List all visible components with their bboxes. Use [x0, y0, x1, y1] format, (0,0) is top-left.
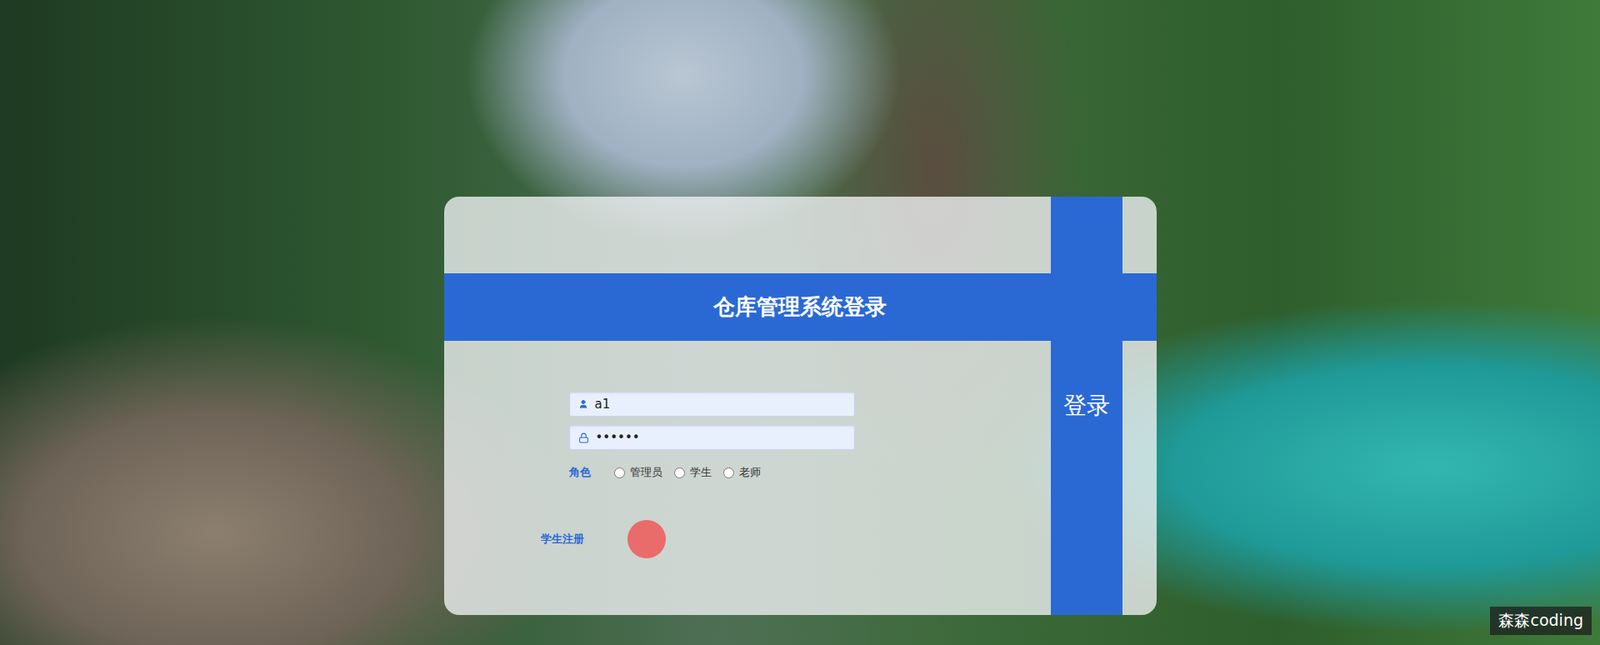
role-option[interactable]: 老师	[723, 465, 761, 480]
watermark: 森森coding	[1490, 606, 1592, 635]
role-label: 角色	[569, 465, 591, 480]
field-value: ••••••	[595, 430, 640, 445]
lock-icon	[578, 432, 590, 444]
radio-button[interactable]	[723, 467, 735, 479]
login-title: 仓库管理系统登录	[713, 292, 887, 322]
user-icon	[578, 399, 589, 410]
role-row: 角色 管理员学生老师	[569, 465, 1051, 480]
login-card: 仓库管理系统登录 登录 a1 •••••• 角色 管理员学生老师学生注册	[444, 196, 1157, 615]
register-row: 学生注册	[540, 531, 1051, 547]
title-band: 仓库管理系统登录	[444, 273, 1157, 341]
role-option[interactable]: 学生	[674, 465, 712, 480]
fields: a1 ••••••	[569, 391, 1051, 450]
role-options: 管理员学生老师	[614, 465, 761, 480]
username-field[interactable]: a1	[569, 391, 855, 417]
login-page: 仓库管理系统登录 登录 a1 •••••• 角色 管理员学生老师学生注册森森coding	[0, 0, 1600, 645]
login-button[interactable]: 登录	[1050, 196, 1123, 615]
cursor-highlight	[627, 520, 666, 559]
radio-button[interactable]	[674, 467, 685, 479]
register-link[interactable]: 学生注册	[540, 531, 585, 547]
radio-button[interactable]	[614, 467, 625, 479]
login-form: a1 •••••• 角色 管理员学生老师学生注册	[444, 340, 1051, 615]
password-field[interactable]: ••••••	[569, 425, 855, 450]
role-option[interactable]: 管理员	[614, 465, 663, 480]
field-value: a1	[595, 396, 611, 412]
